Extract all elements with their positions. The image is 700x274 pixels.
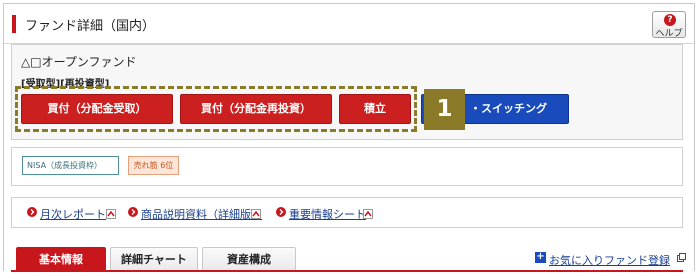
plus-icon: + xyxy=(535,251,546,263)
tab-detail-chart[interactable]: 詳細チャート xyxy=(110,247,198,272)
accumulate-button[interactable]: 積立 xyxy=(339,94,411,124)
key-info-sheet-link[interactable]: 重要情報シート xyxy=(289,206,366,222)
pdf-icon xyxy=(363,209,373,219)
question-icon: ? xyxy=(664,14,676,26)
help-label: ヘルプ xyxy=(655,29,683,39)
page-title: ファンド詳細（国内） xyxy=(25,19,156,34)
pdf-icon xyxy=(251,209,261,219)
add-favorite-link[interactable]: お気に入りファンド登録 xyxy=(549,252,670,268)
buy-reinvest-button[interactable]: 買付（分配金再投資） xyxy=(180,94,332,124)
step-number-badge: 1 xyxy=(424,89,465,130)
documents-box: 月次レポート 商品説明資料（詳細版） 重要情報シート xyxy=(11,197,683,228)
product-explanation-link[interactable]: 商品説明資料（詳細版） xyxy=(141,206,262,222)
external-window-icon xyxy=(677,253,686,262)
help-button[interactable]: ? ヘルプ xyxy=(652,11,686,39)
pdf-icon xyxy=(106,209,116,219)
arrow-circle-icon xyxy=(276,207,286,217)
page-header: ファンド詳細（国内） ? ヘルプ xyxy=(4,4,694,44)
header-accent-bar xyxy=(12,15,16,33)
nisa-tag: NISA（成長投資枠） xyxy=(22,156,119,175)
tab-basic-info[interactable]: 基本情報 xyxy=(16,247,106,272)
buy-receive-button[interactable]: 買付（分配金受取） xyxy=(21,94,173,124)
arrow-circle-icon xyxy=(128,207,138,217)
tab-asset-allocation[interactable]: 資産構成 xyxy=(202,247,296,272)
ranking-badge: 売れ筋 6位 xyxy=(128,156,179,175)
arrow-circle-icon xyxy=(27,207,37,217)
tabs-underline xyxy=(11,270,683,272)
monthly-report-link[interactable]: 月次レポート xyxy=(40,206,106,222)
tags-box: NISA（成長投資枠） 売れ筋 6位 xyxy=(11,147,683,186)
fund-name: △□オープンファンド xyxy=(21,55,137,69)
